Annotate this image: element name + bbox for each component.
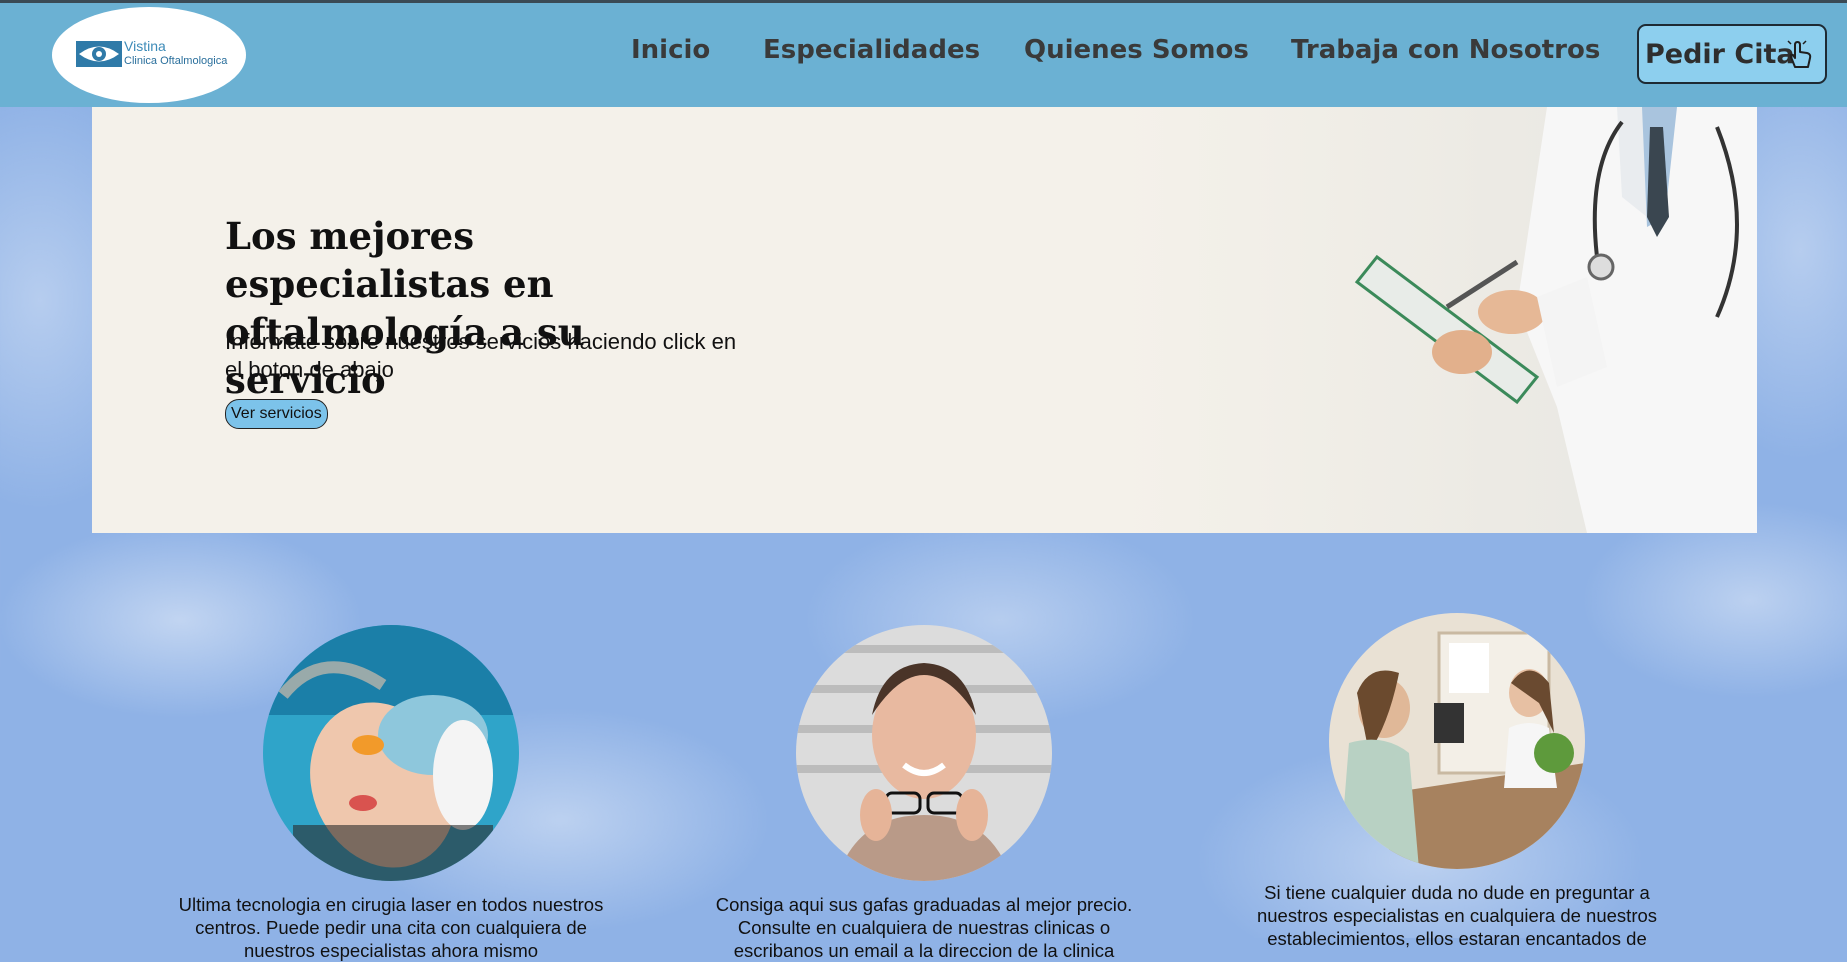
glasses-photo bbox=[796, 625, 1052, 881]
pedir-cita-button[interactable]: Pedir Cita bbox=[1637, 24, 1827, 84]
hero-description: Informate sobre nuestros servicios hacie… bbox=[225, 329, 737, 382]
feature-text: Ultima tecnologia en cirugia laser en to… bbox=[178, 894, 604, 961]
nav-trabaja-con-nosotros[interactable]: Trabaja con Nosotros bbox=[1291, 35, 1600, 65]
nav-inicio[interactable]: Inicio bbox=[631, 35, 710, 65]
nav-label: Especialidades bbox=[763, 35, 981, 65]
feature-laser-surgery: Ultima tecnologia en cirugia laser en to… bbox=[171, 625, 611, 962]
pointing-hand-icon bbox=[1787, 39, 1812, 68]
feature-glasses: Consiga aqui sus gafas graduadas al mejo… bbox=[704, 625, 1144, 962]
ver-servicios-label: Ver servicios bbox=[231, 405, 322, 422]
doctor-illustration bbox=[1354, 107, 1757, 533]
site-header: Vistina Clinica Oftalmologica Inicio Esp… bbox=[0, 3, 1847, 107]
nav-label: Trabaja con Nosotros bbox=[1291, 35, 1601, 65]
feature-specialists: Si tiene cualquier duda no dude en pregu… bbox=[1237, 613, 1677, 950]
nav-label: Inicio bbox=[631, 35, 711, 65]
nav-label: Quienes Somos bbox=[1024, 35, 1249, 65]
nav-quienes-somos[interactable]: Quienes Somos bbox=[1024, 35, 1249, 65]
logo-subtitle: Clinica Oftalmologica bbox=[124, 55, 228, 67]
logo[interactable]: Vistina Clinica Oftalmologica bbox=[52, 7, 246, 103]
feature-text: Consiga aqui sus gafas graduadas al mejo… bbox=[715, 894, 1133, 961]
laser-surgery-photo bbox=[263, 625, 519, 881]
ver-servicios-button[interactable]: Ver servicios bbox=[225, 399, 328, 429]
nav-especialidades[interactable]: Especialidades bbox=[763, 35, 980, 65]
pedir-cita-label: Pedir Cita bbox=[1645, 38, 1795, 70]
logo-name: Vistina bbox=[124, 38, 166, 54]
hero-banner: Los mejores especialistas en oftalmologí… bbox=[92, 107, 1757, 533]
reception-photo bbox=[1329, 613, 1585, 869]
eye-icon bbox=[76, 41, 122, 67]
feature-text: Si tiene cualquier duda no dude en pregu… bbox=[1256, 882, 1658, 949]
doctor-photo bbox=[1117, 107, 1757, 533]
